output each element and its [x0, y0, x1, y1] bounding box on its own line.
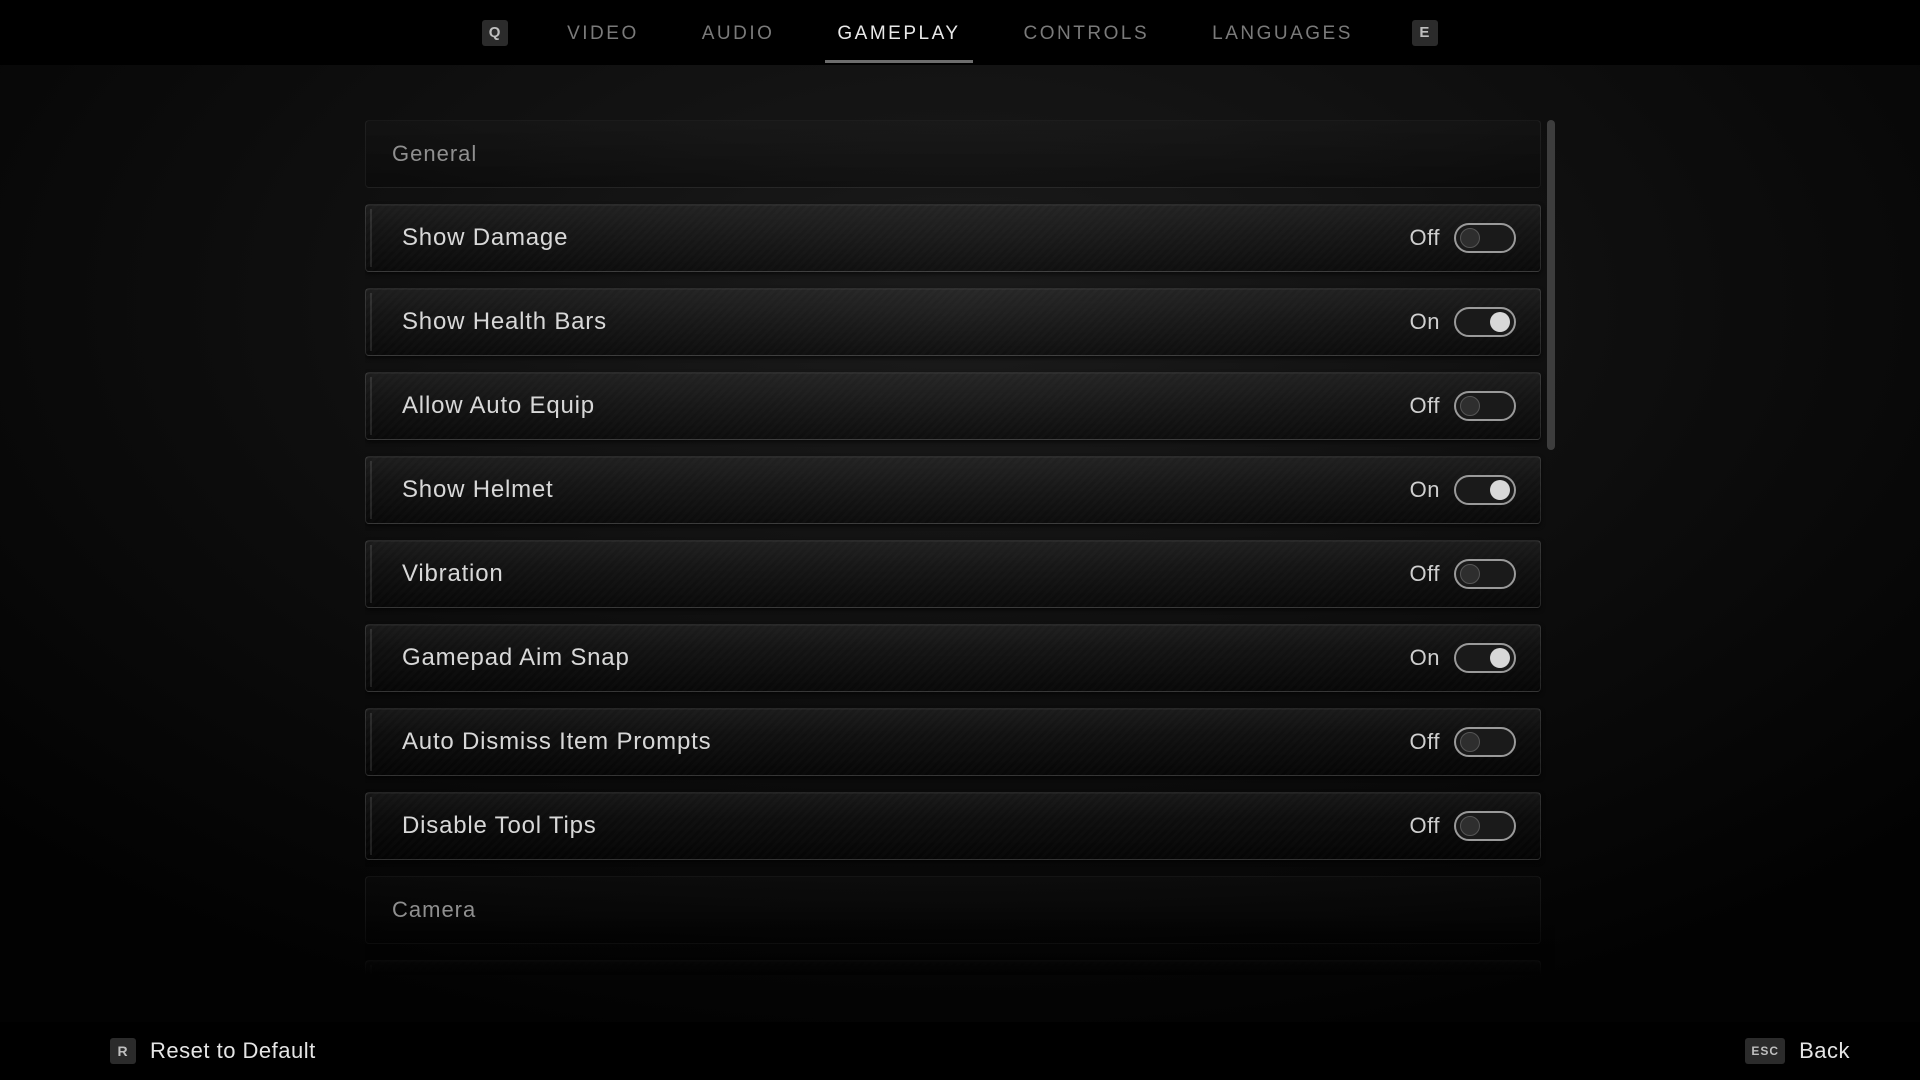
tab-controls[interactable]: CONTROLS: [1020, 3, 1154, 63]
toggle-auto-dismiss-item-prompts[interactable]: [1454, 727, 1516, 757]
footer-bar: R Reset to Default ESC Back: [0, 1022, 1920, 1080]
row-gamepad-aim-snap[interactable]: Gamepad Aim Snap On: [365, 624, 1541, 692]
section-header-general: General: [365, 120, 1541, 188]
next-tab-key-hint: E: [1412, 20, 1438, 46]
reset-to-default-button[interactable]: R Reset to Default: [110, 1038, 316, 1064]
prev-tab-key-hint: Q: [482, 20, 508, 46]
row-label: Disable Tool Tips: [402, 812, 597, 840]
toggle-allow-auto-equip[interactable]: [1454, 391, 1516, 421]
toggle-state-text: Off: [1410, 225, 1440, 251]
row-label: Show Health Bars: [402, 308, 607, 336]
toggle-state-text: Off: [1410, 561, 1440, 587]
back-label: Back: [1799, 1038, 1850, 1064]
toggle-show-helmet[interactable]: [1454, 475, 1516, 505]
toggle-state-text: On: [1410, 645, 1440, 671]
back-button[interactable]: ESC Back: [1745, 1038, 1850, 1064]
tab-video[interactable]: VIDEO: [563, 3, 643, 63]
settings-scroll-area[interactable]: General Show Damage Off Show Health Bars…: [365, 120, 1555, 975]
toggle-state-text: Off: [1410, 393, 1440, 419]
section-title: General: [392, 141, 477, 167]
row-show-damage[interactable]: Show Damage Off: [365, 204, 1541, 272]
row-label: Show Damage: [402, 224, 568, 252]
toggle-disable-tool-tips[interactable]: [1454, 811, 1516, 841]
row-label: Gamepad Aim Snap: [402, 644, 630, 672]
scrollbar-thumb[interactable]: [1547, 120, 1555, 450]
settings-tabbar: Q VIDEO AUDIO GAMEPLAY CONTROLS LANGUAGE…: [0, 0, 1920, 65]
back-key-hint: ESC: [1745, 1038, 1785, 1064]
tab-audio[interactable]: AUDIO: [698, 3, 779, 63]
row-label: Show Helmet: [402, 476, 554, 504]
toggle-gamepad-aim-snap[interactable]: [1454, 643, 1516, 673]
settings-list: General Show Damage Off Show Health Bars…: [365, 120, 1541, 975]
reset-label: Reset to Default: [150, 1038, 316, 1064]
row-label: Vibration: [402, 560, 504, 588]
row-show-helmet[interactable]: Show Helmet On: [365, 456, 1541, 524]
toggle-state-text: Off: [1410, 813, 1440, 839]
row-label: Allow Auto Equip: [402, 392, 595, 420]
toggle-state-text: On: [1410, 477, 1440, 503]
reset-key-hint: R: [110, 1038, 136, 1064]
section-title: Camera: [392, 897, 476, 923]
tab-gameplay[interactable]: GAMEPLAY: [833, 3, 964, 63]
settings-stage: General Show Damage Off Show Health Bars…: [0, 65, 1920, 1022]
row-vibration[interactable]: Vibration Off: [365, 540, 1541, 608]
section-header-camera: Camera: [365, 876, 1541, 944]
toggle-vibration[interactable]: [1454, 559, 1516, 589]
toggle-show-health-bars[interactable]: [1454, 307, 1516, 337]
toggle-state-text: Off: [1410, 729, 1440, 755]
row-label: Auto Dismiss Item Prompts: [402, 728, 711, 756]
row-disable-tool-tips[interactable]: Disable Tool Tips Off: [365, 792, 1541, 860]
row-auto-dismiss-item-prompts[interactable]: Auto Dismiss Item Prompts Off: [365, 708, 1541, 776]
toggle-state-text: On: [1410, 309, 1440, 335]
row-show-health-bars[interactable]: Show Health Bars On: [365, 288, 1541, 356]
row-allow-auto-equip[interactable]: Allow Auto Equip Off: [365, 372, 1541, 440]
tab-languages[interactable]: LANGUAGES: [1208, 3, 1357, 63]
toggle-show-damage[interactable]: [1454, 223, 1516, 253]
row-camera-first[interactable]: [365, 960, 1541, 975]
